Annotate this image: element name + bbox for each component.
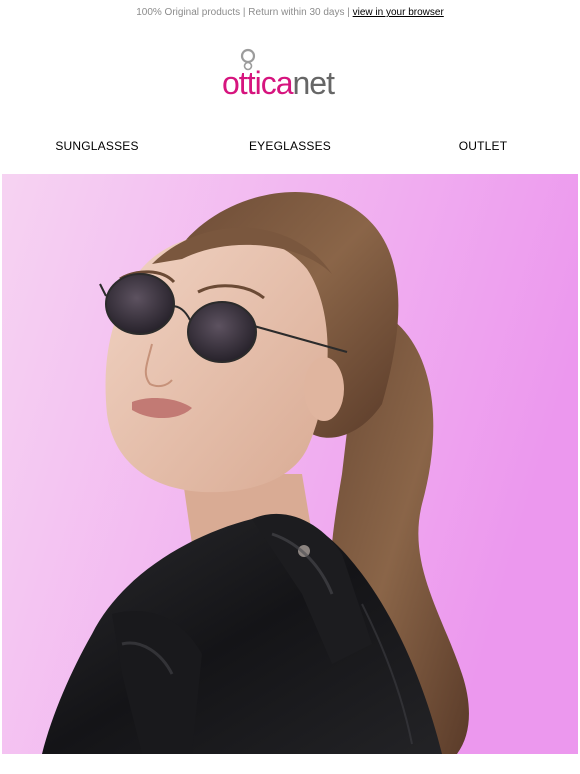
svg-text:otticanet: otticanet	[222, 65, 335, 101]
nav-item-eyeglasses[interactable]: EYEGLASSES	[230, 135, 350, 157]
model-wearing-sunglasses-photo	[2, 174, 578, 754]
nav-item-sunglasses[interactable]: SUNGLASSES	[37, 135, 157, 157]
logo-mark: otticanet	[222, 48, 336, 101]
preheader-text: 100% Original products | Return within 3…	[136, 7, 353, 18]
logo-pink-text: ottica	[222, 65, 294, 101]
preheader-bar: 100% Original products | Return within 3…	[0, 6, 580, 20]
nav-item-outlet[interactable]: OUTLET	[433, 135, 533, 157]
logo-gray-text: net	[292, 65, 335, 101]
otticanet-logo[interactable]: otticanet	[190, 42, 390, 102]
main-navigation: SUNGLASSES EYEGLASSES OUTLET	[0, 135, 580, 157]
view-in-browser-link[interactable]: view in your browser	[353, 7, 444, 18]
hero-banner[interactable]	[2, 174, 578, 754]
